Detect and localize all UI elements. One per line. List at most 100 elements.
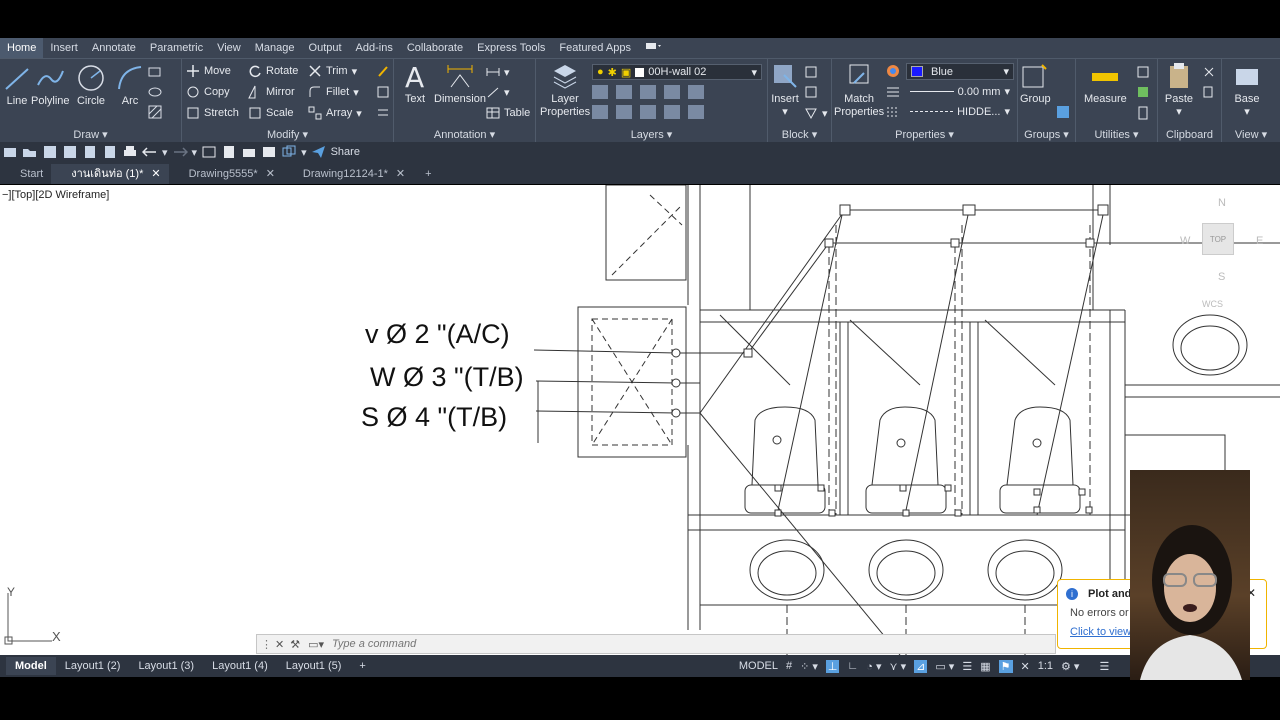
command-input[interactable] <box>332 638 1055 650</box>
publish-icon[interactable] <box>82 145 98 159</box>
viewcube-north[interactable]: N <box>1218 197 1226 209</box>
arc-button[interactable]: Arc <box>115 63 145 108</box>
create-block-button[interactable] <box>804 65 818 79</box>
open-icon[interactable] <box>22 145 38 159</box>
print-icon[interactable] <box>122 145 138 159</box>
tab-express-tools[interactable]: Express Tools <box>470 38 552 58</box>
ortho-icon[interactable]: ∟ <box>847 660 858 673</box>
viewcube-south[interactable]: S <box>1218 271 1225 283</box>
grid-icon[interactable]: # <box>786 660 792 673</box>
edit-block-button[interactable] <box>804 85 818 99</box>
hatch-button[interactable] <box>148 105 162 119</box>
tab-drawing-12124[interactable]: Drawing12124-1* ✕ <box>283 164 413 184</box>
circle-button[interactable]: Circle <box>76 63 106 108</box>
utilities-panel-title[interactable]: Utilities ▾ <box>1076 128 1157 141</box>
close-icon[interactable]: ✕ <box>275 638 284 651</box>
notification-link[interactable]: Click to view <box>1070 626 1131 638</box>
layer-off-icon[interactable] <box>688 85 704 99</box>
gear-icon[interactable]: ⚙ ▾ <box>1061 660 1079 673</box>
layer-isolate-icon[interactable] <box>640 85 656 99</box>
tab-home[interactable]: Home <box>0 38 44 58</box>
properties-panel-title[interactable]: Properties ▾ <box>832 128 1017 141</box>
isodraft-icon[interactable]: ⋎ ▾ <box>890 660 907 673</box>
tab-view[interactable]: View <box>210 38 248 58</box>
insert-button[interactable]: Insert ▾ <box>770 61 800 119</box>
viewcube[interactable]: N W E S TOP WCS <box>1178 193 1268 313</box>
leader-button[interactable]: ▾ <box>486 85 510 99</box>
measure-button[interactable]: Measure <box>1084 61 1127 106</box>
layer-unlock-icon[interactable] <box>664 105 680 119</box>
layer-freeze-icon[interactable] <box>664 85 680 99</box>
infer-constraints-icon[interactable]: ⊥ <box>825 659 840 673</box>
dimension-button[interactable]: Dimension <box>434 61 486 106</box>
tab-output[interactable]: Output <box>302 38 349 58</box>
close-icon[interactable]: ✕ <box>266 164 275 184</box>
base-button[interactable]: Base ▾ <box>1232 61 1262 119</box>
tab-layout-4[interactable]: Layout1 (4) <box>203 657 277 675</box>
transparency-icon[interactable]: ▦ <box>980 660 990 673</box>
model-space-toggle[interactable]: MODEL <box>739 660 778 672</box>
snap-icon[interactable]: ⁘ ▾ <box>800 660 818 673</box>
save-as-icon[interactable] <box>62 145 78 159</box>
wcs-dropdown[interactable]: WCS <box>1202 299 1223 309</box>
stretch-button[interactable]: Stretch <box>186 106 239 120</box>
copy-button[interactable]: Copy <box>186 85 230 99</box>
tab-annotate[interactable]: Annotate <box>85 38 143 58</box>
tab-collaborate[interactable]: Collaborate <box>400 38 470 58</box>
layers-panel-title[interactable]: Layers ▾ <box>536 128 767 141</box>
layer-walk-icon[interactable] <box>688 105 704 119</box>
tab-start[interactable]: Start <box>0 164 51 184</box>
color-wheel-icon[interactable] <box>886 64 900 78</box>
lineweight-toggle-icon[interactable]: ☰ <box>962 660 972 673</box>
ellipse-button[interactable] <box>148 85 162 99</box>
cut-icon[interactable] <box>1202 65 1216 79</box>
redo-icon[interactable] <box>172 145 188 159</box>
id-point-icon[interactable] <box>1136 65 1150 79</box>
sheet-set-icon[interactable] <box>221 145 237 159</box>
object-snap-icon[interactable]: ⊿ <box>914 659 928 673</box>
fillet-button[interactable]: Fillet ▾ <box>308 85 359 99</box>
offset-button[interactable] <box>376 106 390 120</box>
tab-drawing-1[interactable]: งานเดินท่อ (1)* ✕ <box>51 164 169 184</box>
batch-plot-icon[interactable] <box>241 145 257 159</box>
layer-lock-icon[interactable] <box>640 105 656 119</box>
undo-icon[interactable] <box>141 145 158 159</box>
line-button[interactable]: Line <box>2 63 32 108</box>
layer-dropdown[interactable]: ● ✱ ▣ 00H-wall 02 ▾ <box>592 64 762 80</box>
share-button[interactable]: Share <box>331 146 360 158</box>
save-icon[interactable] <box>42 145 58 159</box>
mirror-button[interactable]: Mirror <box>248 85 295 99</box>
viewcube-west[interactable]: W <box>1180 235 1190 247</box>
annotation-visibility-icon[interactable]: ⚑ <box>998 659 1013 673</box>
text-button[interactable]: A Text <box>400 61 430 106</box>
tab-manage[interactable]: Manage <box>248 38 302 58</box>
viewcube-east[interactable]: E <box>1256 235 1263 247</box>
view-panel-title[interactable]: View ▾ <box>1222 128 1280 141</box>
new-tab-button[interactable]: + <box>413 164 439 184</box>
tab-parametric[interactable]: Parametric <box>143 38 210 58</box>
sheet-icon[interactable] <box>102 145 118 159</box>
groups-panel-title[interactable]: Groups ▾ <box>1018 128 1075 141</box>
tab-layout-5[interactable]: Layout1 (5) <box>277 657 351 675</box>
group-button[interactable]: Group <box>1020 61 1051 106</box>
scale-button[interactable]: Scale <box>248 106 294 120</box>
tab-insert[interactable]: Insert <box>43 38 85 58</box>
new-icon[interactable] <box>2 145 18 159</box>
layer-match-icon[interactable] <box>592 85 608 99</box>
drawing-utilities-icon[interactable] <box>261 145 277 159</box>
rectangle-button[interactable] <box>148 65 162 79</box>
clipboard-panel-title[interactable]: Clipboard <box>1158 129 1221 141</box>
layer-properties-button[interactable]: Layer Properties <box>540 61 590 119</box>
polar-icon[interactable]: ◔ ▾ <box>866 660 881 673</box>
rotate-button[interactable]: Rotate <box>248 64 298 78</box>
layer-on-icon[interactable] <box>592 105 608 119</box>
draw-panel-title[interactable]: Draw ▾ <box>0 128 181 141</box>
copy-clip-icon[interactable] <box>1202 85 1216 99</box>
explode-button[interactable] <box>376 85 390 99</box>
move-button[interactable]: Move <box>186 64 231 78</box>
auto-scale-icon[interactable]: ✕ <box>1021 660 1030 673</box>
layer-previous-icon[interactable] <box>616 85 632 99</box>
chevron-down-icon[interactable]: ▾ <box>162 146 168 159</box>
tab-add-ins[interactable]: Add-ins <box>349 38 400 58</box>
quick-select-icon[interactable] <box>1136 85 1150 99</box>
